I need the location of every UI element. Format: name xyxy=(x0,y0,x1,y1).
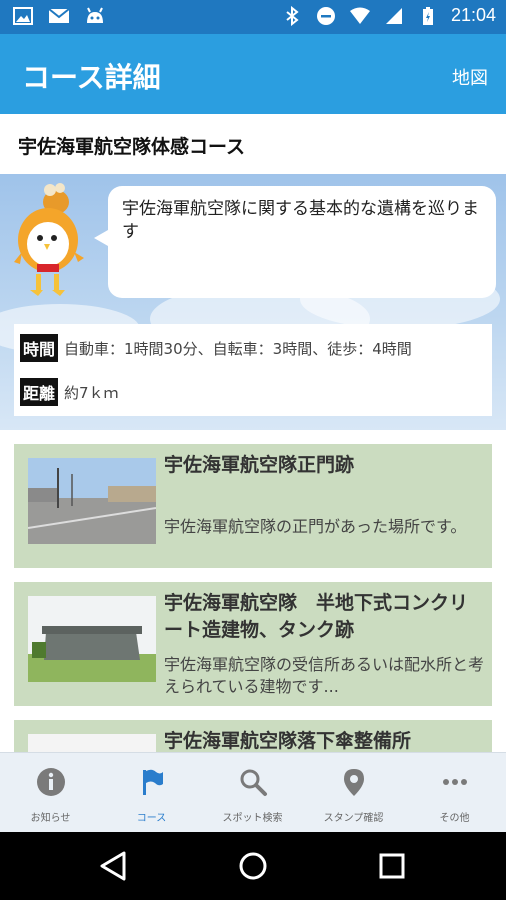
distance-label: 距離 xyxy=(20,378,59,406)
image-icon xyxy=(12,6,34,26)
tab-spot-search[interactable]: スポット検索 xyxy=(202,753,303,833)
time-row: 時間 自動車：1時間30分、自転車：3時間、徒歩：4時間 xyxy=(20,334,412,362)
home-icon[interactable] xyxy=(235,850,271,882)
page-title: コース詳細 xyxy=(22,61,161,94)
course-description: 宇佐海軍航空隊に関する基本的な遺構を巡ります xyxy=(122,199,479,242)
bottom-tab-bar: お知らせ コース スポット検索 スタンプ確認 その他 xyxy=(0,752,506,832)
spot-photo xyxy=(28,596,156,682)
spot-title: 宇佐海軍航空隊 半地下式コンクリート造建物、タンク跡 xyxy=(164,592,469,641)
signal-icon xyxy=(383,6,405,26)
system-nav-bar xyxy=(0,832,506,900)
spot-card[interactable]: 宇佐海軍航空隊落下傘整備所 xyxy=(14,720,492,752)
search-icon xyxy=(240,769,267,796)
info-icon xyxy=(37,768,65,796)
tab-course[interactable]: コース xyxy=(101,753,202,833)
spot-title: 宇佐海軍航空隊正門跡 xyxy=(164,454,355,476)
tab-label: スポット検索 xyxy=(222,813,283,824)
course-name: 宇佐海軍航空隊体感コース xyxy=(0,114,506,174)
more-icon xyxy=(443,779,467,785)
status-time: 21:04 xyxy=(450,5,496,25)
dnd-icon xyxy=(315,6,337,26)
spot-card[interactable]: 宇佐海軍航空隊正門跡 宇佐海軍航空隊の正門があった場所です。 xyxy=(14,444,492,568)
battery-icon xyxy=(417,6,439,26)
spot-description: 宇佐海軍航空隊の正門があった場所です。 xyxy=(164,517,467,536)
course-info-box: 時間 自動車：1時間30分、自転車：3時間、徒歩：4時間 距離 約7ｋｍ xyxy=(14,324,492,416)
recents-icon[interactable] xyxy=(374,850,410,882)
map-button[interactable]: 地図 xyxy=(452,64,488,90)
spot-list[interactable]: 宇佐海軍航空隊正門跡 宇佐海軍航空隊の正門があった場所です。 宇佐海軍航空隊 半… xyxy=(0,430,506,752)
flag-icon xyxy=(143,769,163,795)
spot-photo xyxy=(28,734,156,752)
app-bar: コース詳細 地図 xyxy=(0,34,506,114)
gmail-icon xyxy=(48,6,70,26)
spot-card[interactable]: 宇佐海軍航空隊 半地下式コンクリート造建物、タンク跡 宇佐海軍航空隊の受信所ある… xyxy=(14,582,492,706)
tab-label: お知らせ xyxy=(30,813,71,824)
spot-title: 宇佐海軍航空隊落下傘整備所 xyxy=(164,730,412,752)
tab-label: スタンプ確認 xyxy=(323,813,384,824)
back-icon[interactable] xyxy=(96,850,132,882)
tab-stamp-check[interactable]: スタンプ確認 xyxy=(303,753,404,833)
time-value: 自動車：1時間30分、自転車：3時間、徒歩：4時間 xyxy=(64,339,412,358)
tab-more[interactable]: その他 xyxy=(404,753,505,833)
tab-news[interactable]: お知らせ xyxy=(0,753,101,833)
android-icon xyxy=(84,6,106,26)
tab-label: その他 xyxy=(439,813,470,824)
time-label: 時間 xyxy=(20,334,59,362)
wifi-icon xyxy=(349,6,371,26)
distance-row: 距離 約7ｋｍ xyxy=(20,378,119,406)
mascot-illustration xyxy=(14,183,84,296)
status-bar: 21:04 xyxy=(0,0,506,34)
pin-icon xyxy=(344,769,364,796)
spot-photo xyxy=(28,458,156,544)
bluetooth-icon xyxy=(281,5,303,26)
course-description-bubble: 宇佐海軍航空隊に関する基本的な遺構を巡ります xyxy=(94,186,496,298)
distance-value: 約7ｋｍ xyxy=(64,383,119,402)
tab-label: コース xyxy=(136,813,167,824)
course-hero: 宇佐海軍航空隊に関する基本的な遺構を巡ります 時間 自動車：1時間30分、自転車… xyxy=(0,174,506,430)
spot-description: 宇佐海軍航空隊の受信所あるいは配水所と考えられている建物です... xyxy=(164,655,485,697)
